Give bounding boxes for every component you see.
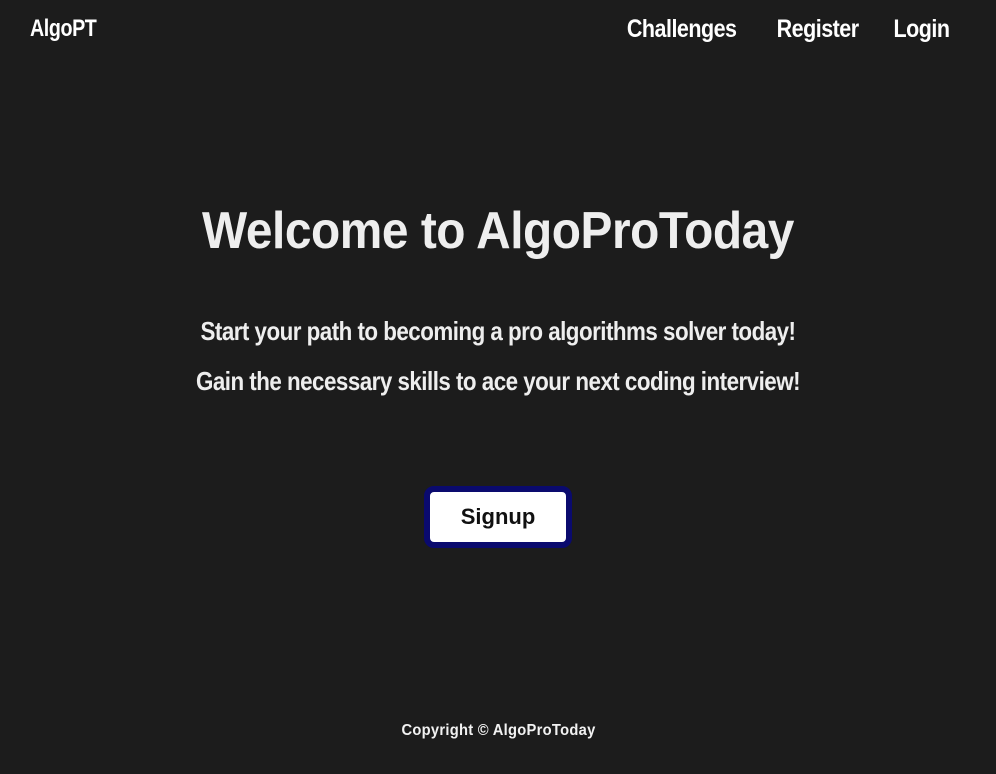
footer-copyright: Copyright © AlgoProToday [400,722,596,739]
hero-title: Welcome to AlgoProToday [202,202,794,260]
nav-links: Challenges Register Login [618,15,954,44]
footer: Copyright © AlgoProToday [0,722,996,740]
nav-link-login[interactable]: Login [894,15,950,44]
hero-subtitle-block: Start your path to becoming a pro algori… [0,306,996,406]
nav-link-register[interactable]: Register [776,15,858,44]
hero-subtitle-line-1: Start your path to becoming a pro algori… [200,316,796,346]
brand-logo-link[interactable]: AlgoPT [30,15,97,43]
nav-link-challenges[interactable]: Challenges [627,15,737,44]
navbar: AlgoPT Challenges Register Login [0,0,996,66]
hero-subtitle-line-2: Gain the necessary skills to ace your ne… [195,366,801,396]
hero-section: Welcome to AlgoProToday [0,196,996,266]
signup-button[interactable]: Signup [424,486,572,548]
